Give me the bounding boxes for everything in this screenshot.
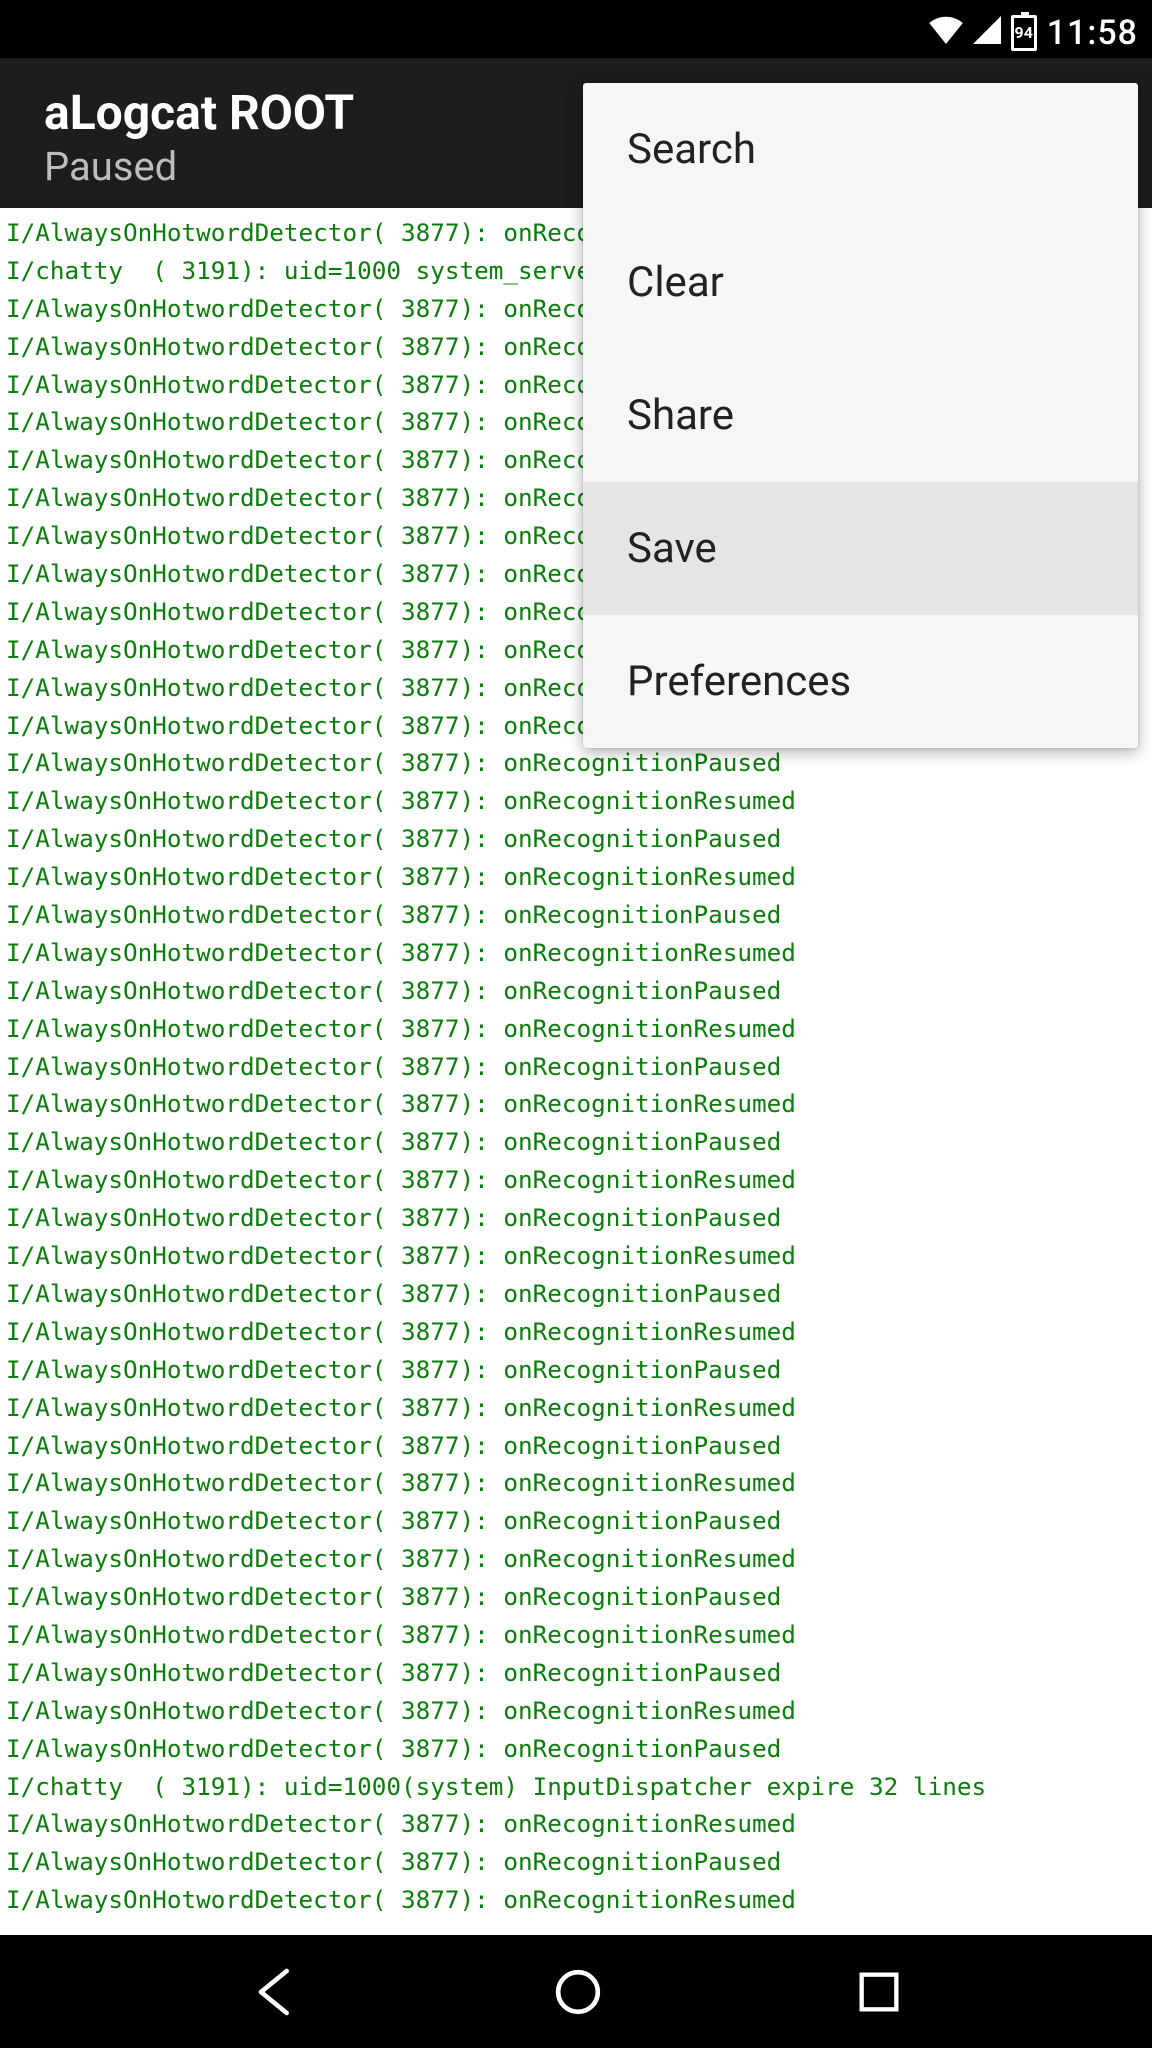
- log-line: I/AlwaysOnHotwordDetector( 3877): onReco…: [6, 1578, 1146, 1616]
- log-line: I/AlwaysOnHotwordDetector( 3877): onReco…: [6, 1427, 1146, 1465]
- device-frame: 94 11:58 aLogcat ROOT Paused I/AlwaysOnH…: [0, 0, 1152, 2048]
- log-line: I/AlwaysOnHotwordDetector( 3877): onReco…: [6, 1730, 1146, 1768]
- log-line: I/AlwaysOnHotwordDetector( 3877): onReco…: [6, 1616, 1146, 1654]
- log-line: I/AlwaysOnHotwordDetector( 3877): onReco…: [6, 1010, 1146, 1048]
- back-button[interactable]: [247, 1964, 303, 2020]
- menu-item-preferences[interactable]: Preferences: [583, 615, 1138, 748]
- log-line: I/AlwaysOnHotwordDetector( 3877): onReco…: [6, 1805, 1146, 1843]
- log-line: I/AlwaysOnHotwordDetector( 3877): onReco…: [6, 1123, 1146, 1161]
- log-line: I/AlwaysOnHotwordDetector( 3877): onReco…: [6, 1654, 1146, 1692]
- menu-item-share[interactable]: Share: [583, 349, 1138, 482]
- battery-icon: 94: [1011, 15, 1037, 51]
- log-line: I/AlwaysOnHotwordDetector( 3877): onReco…: [6, 1692, 1146, 1730]
- log-line: I/AlwaysOnHotwordDetector( 3877): onReco…: [6, 1313, 1146, 1351]
- menu-item-search[interactable]: Search: [583, 83, 1138, 216]
- log-line: I/AlwaysOnHotwordDetector( 3877): onReco…: [6, 896, 1146, 934]
- log-line: I/AlwaysOnHotwordDetector( 3877): onReco…: [6, 858, 1146, 896]
- screen: 94 11:58 aLogcat ROOT Paused I/AlwaysOnH…: [0, 8, 1152, 1935]
- wifi-icon: [929, 13, 963, 53]
- log-line: I/AlwaysOnHotwordDetector( 3877): onReco…: [6, 1048, 1146, 1086]
- overflow-menu: SearchClearShareSavePreferences: [583, 83, 1138, 748]
- log-line: I/AlwaysOnHotwordDetector( 3877): onReco…: [6, 1275, 1146, 1313]
- log-line: I/AlwaysOnHotwordDetector( 3877): onReco…: [6, 1502, 1146, 1540]
- log-line: I/AlwaysOnHotwordDetector( 3877): onReco…: [6, 1464, 1146, 1502]
- log-line: I/AlwaysOnHotwordDetector( 3877): onReco…: [6, 1389, 1146, 1427]
- status-bar: 94 11:58: [0, 8, 1152, 58]
- log-line: I/AlwaysOnHotwordDetector( 3877): onReco…: [6, 1881, 1146, 1919]
- cellular-icon: [973, 13, 1001, 53]
- menu-item-clear[interactable]: Clear: [583, 216, 1138, 349]
- recents-button[interactable]: [853, 1966, 905, 2018]
- log-line: I/AlwaysOnHotwordDetector( 3877): onReco…: [6, 1351, 1146, 1389]
- log-line: I/AlwaysOnHotwordDetector( 3877): onReco…: [6, 1540, 1146, 1578]
- home-button[interactable]: [550, 1964, 606, 2020]
- log-line: I/AlwaysOnHotwordDetector( 3877): onReco…: [6, 1161, 1146, 1199]
- nav-bar: [0, 1935, 1152, 2048]
- log-line: I/AlwaysOnHotwordDetector( 3877): onReco…: [6, 744, 1146, 782]
- log-line: I/AlwaysOnHotwordDetector( 3877): onReco…: [6, 820, 1146, 858]
- battery-percent: 94: [1014, 18, 1034, 48]
- log-line: I/AlwaysOnHotwordDetector( 3877): onReco…: [6, 782, 1146, 820]
- log-line: I/AlwaysOnHotwordDetector( 3877): onReco…: [6, 972, 1146, 1010]
- log-line: I/AlwaysOnHotwordDetector( 3877): onReco…: [6, 1843, 1146, 1881]
- log-line: I/AlwaysOnHotwordDetector( 3877): onReco…: [6, 934, 1146, 972]
- log-line: I/AlwaysOnHotwordDetector( 3877): onReco…: [6, 1085, 1146, 1123]
- log-line: I/AlwaysOnHotwordDetector( 3877): onReco…: [6, 1237, 1146, 1275]
- status-clock: 11:58: [1047, 13, 1138, 53]
- menu-item-save[interactable]: Save: [583, 482, 1138, 615]
- log-line: I/chatty ( 3191): uid=1000(system) Input…: [6, 1768, 1146, 1806]
- log-line: I/AlwaysOnHotwordDetector( 3877): onReco…: [6, 1199, 1146, 1237]
